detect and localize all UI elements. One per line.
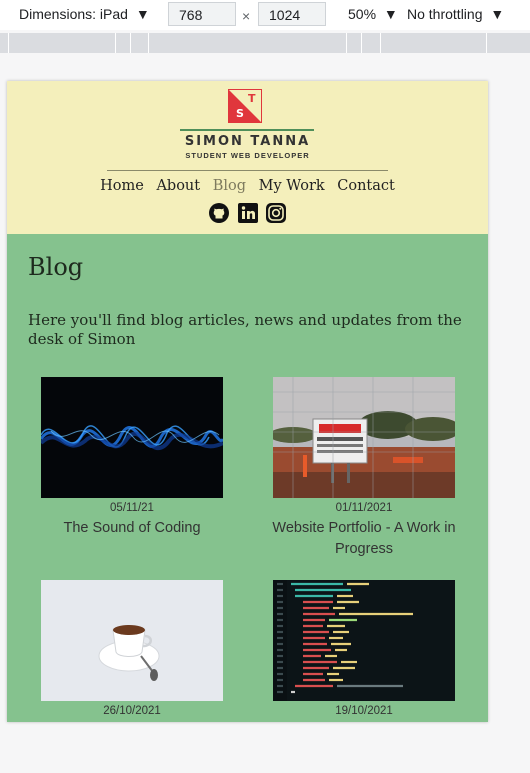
nav-contact[interactable]: Contact — [337, 178, 395, 194]
main-nav: Home About Blog My Work Contact — [7, 178, 488, 194]
times-symbol: × — [242, 8, 251, 24]
site-header: S T SIMON TANNA STUDENT WEB DEVELOPER Ho… — [7, 81, 488, 234]
construction-site-image[interactable] — [273, 377, 455, 498]
height-input[interactable]: 1024 — [258, 2, 326, 26]
nav-divider — [107, 170, 388, 171]
devtools-toolbar: Dimensions: iPad ▼ 768 × 1024 50% ▼ No t… — [0, 0, 530, 30]
github-icon[interactable] — [209, 203, 230, 223]
throttling-label: No throttling — [407, 6, 483, 22]
zoom-dropdown[interactable]: 50% ▼ — [348, 6, 398, 22]
post-date: 26/10/2021 — [103, 705, 161, 717]
social-links — [7, 203, 488, 223]
logo-letter-t: T — [248, 92, 256, 105]
nav-blog[interactable]: Blog — [213, 178, 246, 194]
nav-home[interactable]: Home — [100, 178, 144, 194]
logo-letter-s: S — [236, 107, 244, 120]
nav-about[interactable]: About — [156, 178, 200, 194]
instagram-icon[interactable] — [265, 203, 286, 223]
width-input[interactable]: 768 — [168, 2, 236, 26]
throttling-dropdown[interactable]: No throttling ▼ — [407, 6, 504, 22]
post-date: 05/11/21 — [110, 502, 154, 514]
brand-tagline: STUDENT WEB DEVELOPER — [185, 151, 310, 160]
brand-divider — [180, 129, 314, 131]
linkedin-icon[interactable] — [237, 203, 258, 223]
post-date: 01/11/2021 — [335, 502, 393, 514]
code-editor-image[interactable] — [273, 580, 455, 701]
sound-wave-image[interactable] — [41, 377, 223, 498]
coffee-cup-image[interactable] — [41, 580, 223, 701]
logo[interactable]: S T — [228, 89, 262, 123]
brand-name: SIMON TANNA — [184, 134, 311, 149]
device-viewport: S T SIMON TANNA STUDENT WEB DEVELOPER Ho… — [7, 81, 488, 722]
post-title[interactable]: Website Portfolio - A Work in Progress — [256, 518, 472, 560]
zoom-label: 50% — [348, 6, 377, 22]
chevron-down-icon: ▼ — [490, 6, 505, 22]
post-title[interactable]: The Sound of Coding — [24, 518, 240, 539]
nav-my-work[interactable]: My Work — [259, 178, 325, 194]
page-title: Blog — [28, 253, 84, 281]
post-date: 19/10/2021 — [335, 705, 393, 717]
chevron-down-icon: ▼ — [383, 6, 398, 22]
chevron-down-icon: ▼ — [135, 6, 150, 22]
dimensions-label: Dimensions: iPad — [19, 6, 128, 22]
page-intro: Here you'll find blog articles, news and… — [28, 311, 462, 348]
media-query-ruler[interactable] — [0, 33, 530, 53]
dimensions-dropdown[interactable]: Dimensions: iPad ▼ — [19, 6, 150, 22]
